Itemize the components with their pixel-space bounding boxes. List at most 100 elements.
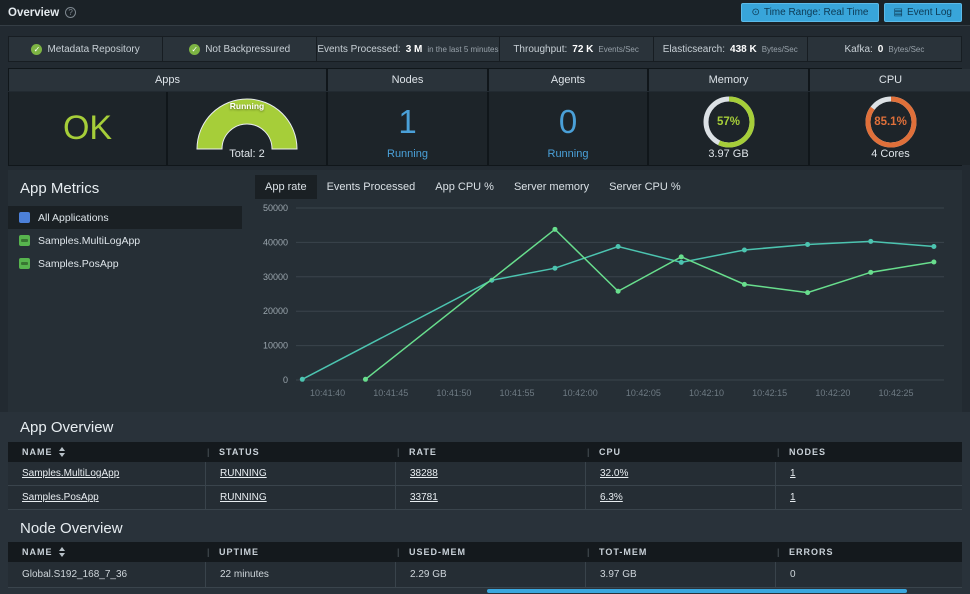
agents-count[interactable]: 0 <box>559 103 577 141</box>
table-cell: 1 <box>775 462 962 485</box>
tab-app-rate[interactable]: App rate <box>255 175 317 199</box>
column-header-label: ERRORS <box>789 547 834 557</box>
column-header-label: NAME <box>22 447 53 457</box>
status-suffix: Bytes/Sec <box>888 44 925 54</box>
table-cell: 2.29 GB <box>395 562 585 587</box>
cell-link[interactable]: 1 <box>790 492 796 503</box>
memory-total-label: 3.97 GB <box>708 148 749 160</box>
app-table-header: NAME | STATUS | RATE | CPU | NODES <box>8 442 962 462</box>
status-suffix: Bytes/Sec <box>761 44 798 54</box>
column-header-name[interactable]: NAME <box>8 442 205 462</box>
event-log-button[interactable]: ▤ Event Log <box>883 3 962 22</box>
table-row: Samples.MultiLogApp RUNNING 38288 32.0% 1 <box>8 462 962 486</box>
cell-link[interactable]: Samples.PosApp <box>22 492 99 503</box>
legend-item-samples-multilogapp[interactable]: Samples.MultiLogApp <box>8 229 242 252</box>
column-header-nodes[interactable]: | NODES <box>775 442 962 462</box>
cell-link[interactable]: Samples.MultiLogApp <box>22 468 119 479</box>
status-label: Events Processed: <box>317 43 401 55</box>
chart-svg: 0 10000 20000 30000 40000 50000 10:41:40 10:41:… <box>263 203 944 398</box>
status-value: 438 K <box>730 43 757 55</box>
horizontal-scrollbar-thumb[interactable] <box>487 589 907 593</box>
nodes-count[interactable]: 1 <box>398 103 416 141</box>
legend-label: All Applications <box>38 211 109 224</box>
column-separator: | <box>777 447 781 457</box>
column-separator: | <box>397 547 401 557</box>
cell-link[interactable]: 32.0% <box>600 468 628 479</box>
app-overview-title: App Overview <box>20 419 114 436</box>
column-header-rate[interactable]: | RATE <box>395 442 585 462</box>
sort-down-arrow <box>58 553 65 557</box>
cell-link[interactable]: 1 <box>790 468 796 479</box>
status-label: Throughput: <box>513 43 568 55</box>
sort-icon <box>58 547 65 557</box>
cell-link[interactable]: 33781 <box>410 492 438 503</box>
column-header-tot-mem[interactable]: | TOT-MEM <box>585 542 775 562</box>
data-point <box>299 376 305 382</box>
apps-gauge-cell: Running Total: 2 <box>168 92 326 165</box>
data-point <box>805 241 811 247</box>
agents-running-link[interactable]: Running <box>489 148 647 160</box>
summary-header-memory: Memory <box>649 69 808 91</box>
data-point <box>931 259 937 265</box>
app-icon <box>19 258 30 269</box>
top-bar: Overview ? ⊙ Time Range: Real Time ▤ Eve… <box>0 0 970 26</box>
summary-header-apps: Apps <box>9 69 326 91</box>
x-tick-label: 10:42:05 <box>626 388 661 398</box>
table-cell: RUNNING <box>205 462 395 485</box>
data-point <box>552 265 558 271</box>
column-header-status[interactable]: | STATUS <box>205 442 395 462</box>
y-tick-label: 0 <box>283 375 288 385</box>
data-point <box>868 238 874 244</box>
column-separator: | <box>587 447 591 457</box>
nodes-running-link[interactable]: Running <box>328 148 487 160</box>
sort-icon <box>58 447 65 457</box>
tab-events-processed[interactable]: Events Processed <box>317 175 426 199</box>
column-header-cpu[interactable]: | CPU <box>585 442 775 462</box>
tab-server-memory[interactable]: Server memory <box>504 175 599 199</box>
cell-link[interactable]: 38288 <box>410 468 438 479</box>
app-icon-glyph <box>21 239 28 242</box>
table-cell: 6.3% <box>585 486 775 509</box>
status-label: Metadata Repository <box>47 43 140 55</box>
help-icon[interactable]: ? <box>65 7 77 18</box>
event-log-icon: ▤ <box>893 7 903 18</box>
cell-link[interactable]: RUNNING <box>220 492 267 503</box>
table-cell: 3.97 GB <box>585 562 775 587</box>
table-cell: 22 minutes <box>205 562 395 587</box>
summary-header-nodes: Nodes <box>328 69 487 91</box>
table-cell: 32.0% <box>585 462 775 485</box>
column-separator: | <box>587 547 591 557</box>
series-line-Samples.MultiLogApp <box>301 240 934 380</box>
table-cell: RUNNING <box>205 486 395 509</box>
table-row: Samples.PosApp RUNNING 33781 6.3% 1 <box>8 486 962 510</box>
status-label: Elasticsearch: <box>662 43 726 55</box>
tab-server-cpu-[interactable]: Server CPU % <box>599 175 691 199</box>
summary-header-cpu: CPU <box>810 69 970 91</box>
y-tick-label: 50000 <box>263 203 288 213</box>
cell-link[interactable]: RUNNING <box>220 468 267 479</box>
column-header-uptime[interactable]: | UPTIME <box>205 542 395 562</box>
legend-label: Samples.MultiLogApp <box>38 234 141 247</box>
status-bar: ✓ Metadata Repository ✓ Not Backpressured Ev… <box>8 36 962 62</box>
summary-header-row: Apps Nodes Agents Memory CPU <box>8 68 970 91</box>
metric-tabs: App rate Events Processed App CPU % Server … <box>255 175 691 199</box>
node-table-header: NAME | UPTIME | USED-MEM | TOT-MEM | ERRORS <box>8 542 962 562</box>
table-cell: 33781 <box>395 486 585 509</box>
data-point <box>552 226 558 232</box>
column-header-name[interactable]: NAME <box>8 542 205 562</box>
column-header-label: CPU <box>599 447 622 457</box>
column-header-used-mem[interactable]: | USED-MEM <box>395 542 585 562</box>
legend-item-samples-posapp[interactable]: Samples.PosApp <box>8 252 242 275</box>
table-cell: Samples.PosApp <box>8 486 205 509</box>
app-rate-chart: 0 10000 20000 30000 40000 50000 10:41:40 10:41:… <box>246 198 958 413</box>
x-tick-label: 10:42:20 <box>815 388 850 398</box>
legend-item-all-applications[interactable]: All Applications <box>8 206 242 229</box>
cell-link[interactable]: 6.3% <box>600 492 623 503</box>
series-line-Samples.PosApp <box>365 228 935 380</box>
status-value: 3 M <box>405 43 423 55</box>
table-cell: Global.S192_168_7_36 <box>8 562 205 587</box>
tab-app-cpu-[interactable]: App CPU % <box>425 175 504 199</box>
memory-cell: 57% 3.97 GB <box>649 92 808 165</box>
column-header-errors[interactable]: | ERRORS <box>775 542 962 562</box>
time-range-button[interactable]: ⊙ Time Range: Real Time <box>741 3 879 22</box>
